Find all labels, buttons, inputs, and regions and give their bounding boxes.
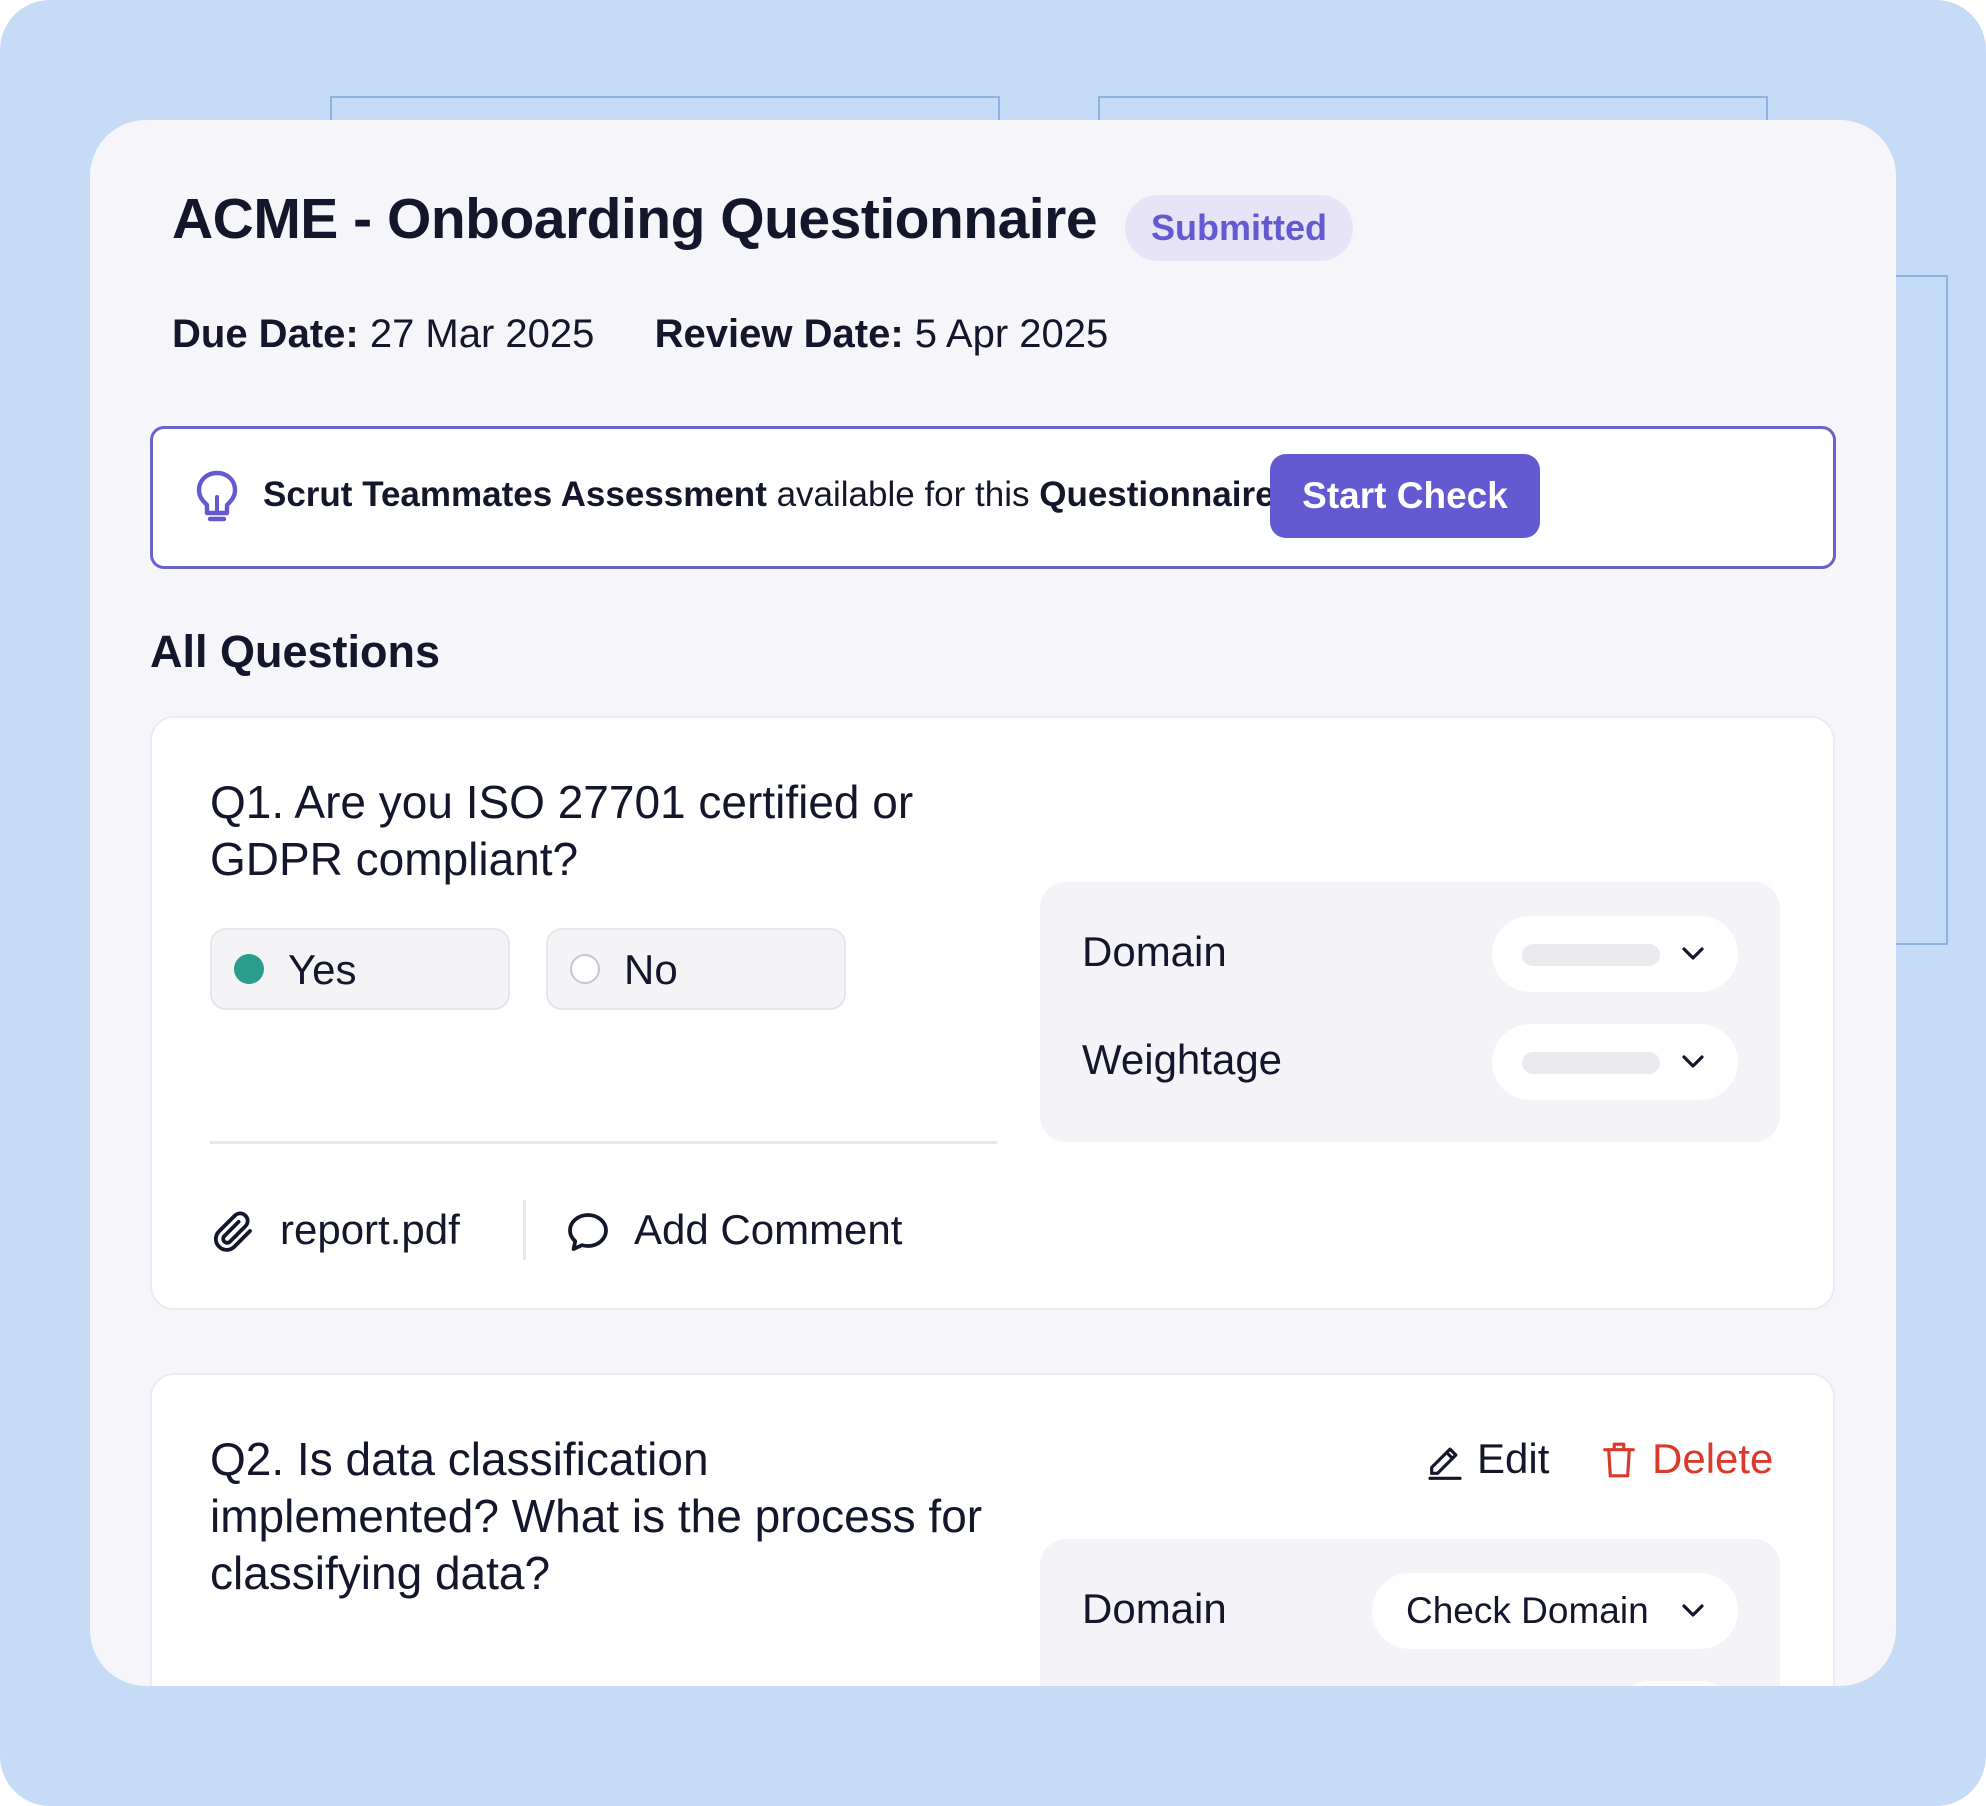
banner-connector-text: available for this — [766, 475, 1040, 514]
date-row: Due Date: 27 Mar 2025 Review Date: 5 Apr… — [172, 312, 1108, 357]
domain-label: Domain — [1082, 928, 1227, 975]
question-text: Q2. Is data classification implemented? … — [210, 1433, 983, 1599]
status-badge: Submitted — [1125, 195, 1353, 261]
select-placeholder-bar — [1522, 944, 1660, 966]
answer-option-label: No — [624, 946, 678, 993]
domain-label: Domain — [1082, 1585, 1227, 1632]
attachment-link[interactable]: report.pdf — [210, 1202, 480, 1262]
domain-select[interactable]: Check Domain — [1372, 1573, 1738, 1649]
chevron-down-icon — [1682, 947, 1704, 960]
due-date-value: 27 Mar 2025 — [369, 312, 595, 356]
domain-select[interactable] — [1492, 916, 1738, 992]
radio-selected-icon — [234, 954, 264, 984]
answer-option-label: Yes — [288, 946, 357, 993]
attachment-filename: report.pdf — [280, 1206, 460, 1253]
question-meta-panel: Domain Weightage — [1040, 882, 1780, 1142]
chevron-down-icon — [1682, 1055, 1704, 1068]
questionnaire-card: ACME - Onboarding Questionnaire Submitte… — [90, 120, 1896, 1686]
question-text: Q1. Are you ISO 27701 certified or GDPR … — [210, 776, 914, 885]
review-date-label: Review Date: — [654, 312, 904, 356]
radio-unselected-icon — [570, 954, 600, 984]
domain-select-value: Check Domain — [1406, 1590, 1649, 1631]
page-title: ACME - Onboarding Questionnaire — [172, 187, 1098, 251]
select-placeholder-bar — [1522, 1052, 1660, 1074]
assessment-banner: Scrut Teammates Assessment available for… — [150, 426, 1836, 569]
screenshot-canvas: ACME - Onboarding Questionnaire Submitte… — [0, 0, 1986, 1806]
weightage-select[interactable] — [1492, 1024, 1738, 1100]
chevron-down-icon — [1682, 1604, 1704, 1617]
banner-assessment-name: Scrut Teammates Assessment — [263, 475, 767, 514]
answer-option-yes[interactable]: Yes — [210, 928, 510, 1010]
section-title: All Questions — [150, 626, 441, 677]
add-comment-button[interactable]: Add Comment — [564, 1202, 944, 1262]
action-separator — [523, 1200, 526, 1260]
weightage-label: Weightage — [1082, 1036, 1283, 1083]
lightbulb-icon — [196, 470, 238, 522]
paperclip-icon — [213, 1211, 252, 1252]
edit-label: Edit — [1477, 1435, 1550, 1482]
answer-option-no[interactable]: No — [546, 928, 846, 1010]
pencil-icon — [1428, 1447, 1462, 1480]
weightage-select[interactable] — [1612, 1681, 1738, 1686]
review-date-value: 5 Apr 2025 — [914, 312, 1109, 356]
question-meta-panel: Domain Check Domain — [1040, 1539, 1780, 1686]
question-card-1: Q1. Are you ISO 27701 certified or GDPR … — [150, 716, 1835, 1310]
trash-icon — [1603, 1442, 1635, 1478]
divider — [210, 1141, 997, 1144]
comment-icon — [568, 1213, 608, 1251]
question-card-2: Q2. Is data classification implemented? … — [150, 1373, 1835, 1686]
due-date-label: Due Date: — [172, 312, 359, 356]
delete-button[interactable]: Delete — [1600, 1431, 1790, 1491]
edit-button[interactable]: Edit — [1425, 1431, 1555, 1491]
add-comment-label: Add Comment — [634, 1206, 903, 1253]
delete-label: Delete — [1652, 1435, 1774, 1482]
start-check-button[interactable]: Start Check — [1270, 454, 1540, 538]
